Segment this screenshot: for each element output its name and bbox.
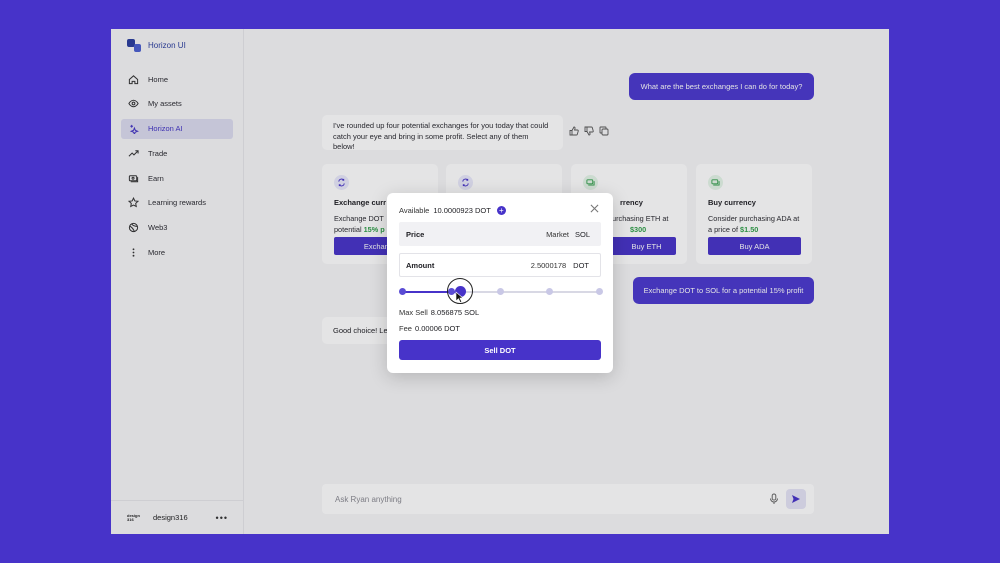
close-icon[interactable] (590, 204, 599, 213)
available-balance: Available 10.0000923 DOT + (399, 206, 506, 215)
slider-stop[interactable] (595, 288, 603, 295)
amount-label: Amount (406, 260, 435, 270)
available-value: 10.0000923 DOT (433, 206, 491, 215)
amount-slider[interactable] (398, 278, 603, 304)
slider-stop[interactable] (497, 288, 504, 295)
amount-currency: DOT (573, 260, 589, 270)
sell-button[interactable]: Sell DOT (399, 340, 601, 360)
price-label: Price (406, 229, 425, 239)
mouse-cursor-icon (455, 291, 464, 303)
max-sell: Max Sell 8.056875 SOL (399, 308, 480, 317)
price-currency: SOL (574, 229, 590, 239)
slider-stop[interactable] (546, 288, 554, 295)
amount-field[interactable]: Amount 2.5000178 DOT (399, 253, 601, 277)
price-mode: Market (546, 229, 569, 239)
plus-icon[interactable]: + (496, 206, 506, 215)
amount-value[interactable]: 2.5000178 (531, 261, 566, 270)
fee: Fee 0.00006 DOT (399, 324, 460, 333)
price-field[interactable]: Price Market SOL (399, 222, 601, 246)
sell-modal: Available 10.0000923 DOT + Price Market … (387, 193, 613, 373)
slider-stop[interactable] (398, 288, 406, 295)
